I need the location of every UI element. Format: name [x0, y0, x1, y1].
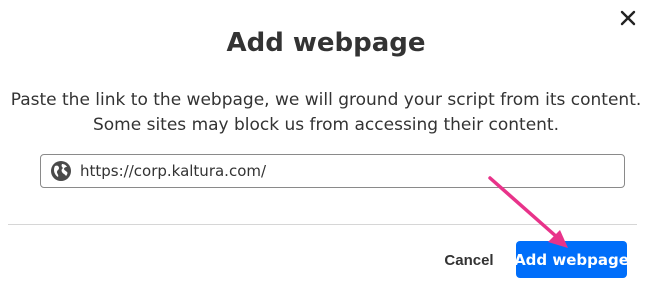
- add-webpage-dialog: Add webpage Paste the link to the webpag…: [0, 0, 652, 293]
- footer-divider: [8, 224, 637, 225]
- close-button[interactable]: [616, 6, 640, 30]
- cancel-button[interactable]: Cancel: [436, 242, 502, 278]
- dialog-title: Add webpage: [226, 28, 426, 58]
- description-line-1: Paste the link to the webpage, we will g…: [10, 90, 642, 110]
- globe-icon: [50, 160, 72, 182]
- close-icon: [620, 10, 636, 26]
- add-webpage-button[interactable]: Add webpage: [514, 241, 629, 278]
- url-field[interactable]: [40, 154, 625, 188]
- dialog-description: Paste the link to the webpage, we will g…: [0, 88, 652, 138]
- description-line-2: Some sites may block us from accessing t…: [92, 115, 559, 135]
- url-input[interactable]: [80, 162, 600, 180]
